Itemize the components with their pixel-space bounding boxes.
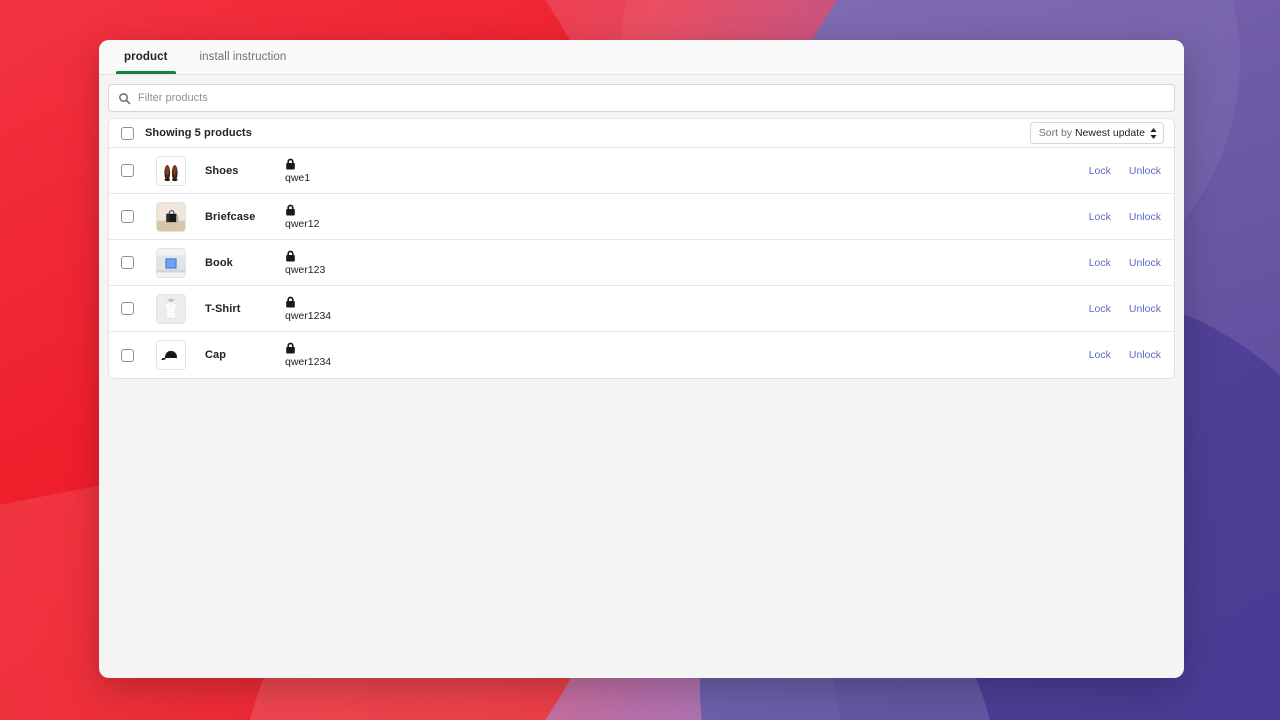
unlock-link[interactable]: Unlock <box>1129 211 1161 223</box>
sort-prefix: Sort by <box>1038 127 1075 139</box>
product-code-cell: qwer123 <box>285 250 1089 276</box>
product-code-cell: qwer1234 <box>285 296 1089 322</box>
lock-icon <box>286 204 295 215</box>
unlock-link[interactable]: Unlock <box>1129 165 1161 177</box>
product-list-card: Showing 5 products Sort by Newest update <box>108 118 1175 379</box>
row-actions: Lock Unlock <box>1089 211 1164 223</box>
search-box[interactable] <box>108 84 1175 112</box>
lock-link[interactable]: Lock <box>1089 165 1111 177</box>
cap-thumbnail <box>156 340 186 370</box>
product-code-cell: qwer1234 <box>285 342 1089 368</box>
product-title: T-Shirt <box>205 302 241 315</box>
unlock-link[interactable]: Unlock <box>1129 349 1161 361</box>
sort-value: Newest update <box>1074 127 1145 139</box>
book-thumbnail <box>156 247 186 278</box>
shoes-thumbnail <box>156 155 186 186</box>
product-title: Book <box>205 256 233 269</box>
table-row[interactable]: Briefcase qwer12 Lock Unlock <box>109 194 1174 240</box>
tshirt-thumbnail <box>156 293 186 324</box>
unlock-link[interactable]: Unlock <box>1129 303 1161 315</box>
tab-install-instruction[interactable]: install instruction <box>184 40 303 74</box>
row-actions: Lock Unlock <box>1089 349 1164 361</box>
app-window: product install instruction Showing 5 pr… <box>99 40 1184 678</box>
product-code: qwe1 <box>285 171 311 184</box>
lock-icon <box>286 250 295 261</box>
row-checkbox[interactable] <box>121 256 134 269</box>
lock-link[interactable]: Lock <box>1089 303 1111 315</box>
search-section <box>99 75 1184 112</box>
row-checkbox[interactable] <box>121 302 134 315</box>
row-actions: Lock Unlock <box>1089 165 1164 177</box>
lock-icon <box>286 342 295 354</box>
sort-select-label: Sort by Newest update <box>1039 127 1145 139</box>
lock-icon <box>286 158 295 169</box>
product-code: qwer12 <box>285 217 320 230</box>
product-title: Shoes <box>205 164 239 177</box>
row-checkbox[interactable] <box>121 164 134 177</box>
search-input[interactable] <box>138 92 1165 104</box>
tab-install-instruction-label: install instruction <box>199 51 287 63</box>
lock-link[interactable]: Lock <box>1089 349 1111 361</box>
product-code: qwer123 <box>285 263 326 276</box>
product-count-label: Showing 5 products <box>145 127 252 139</box>
search-icon <box>119 92 131 104</box>
tab-product[interactable]: product <box>108 40 184 74</box>
row-checkbox[interactable] <box>121 210 134 223</box>
table-row[interactable]: Book qwer123 Lock Unlock <box>109 240 1174 286</box>
product-code: qwer1234 <box>285 356 332 368</box>
product-title: Cap <box>205 349 227 361</box>
tab-product-label: product <box>124 51 168 63</box>
row-actions: Lock Unlock <box>1089 257 1164 269</box>
table-row[interactable]: Cap qwer1234 Lock Unlock <box>109 332 1174 378</box>
unlock-link[interactable]: Unlock <box>1129 257 1161 269</box>
product-title: Briefcase <box>205 210 256 223</box>
row-actions: Lock Unlock <box>1089 303 1164 315</box>
lock-link[interactable]: Lock <box>1089 211 1111 223</box>
select-all-checkbox[interactable] <box>121 126 134 140</box>
lock-icon <box>286 296 295 307</box>
product-list-header: Showing 5 products Sort by Newest update <box>109 119 1174 148</box>
briefcase-thumbnail <box>156 201 186 232</box>
updown-chevron-icon <box>1150 127 1157 139</box>
table-row[interactable]: T-Shirt qwer1234 Lock Unlock <box>109 286 1174 332</box>
tab-bar: product install instruction <box>99 40 1184 75</box>
product-code-cell: qwe1 <box>285 158 1089 184</box>
table-row[interactable]: Shoes qwe1 Lock Unlock <box>109 148 1174 194</box>
product-code-cell: qwer12 <box>285 204 1089 230</box>
sort-select[interactable]: Sort by Newest update <box>1029 122 1164 144</box>
product-code: qwer1234 <box>285 309 332 322</box>
row-checkbox[interactable] <box>121 348 134 362</box>
lock-link[interactable]: Lock <box>1089 257 1111 269</box>
